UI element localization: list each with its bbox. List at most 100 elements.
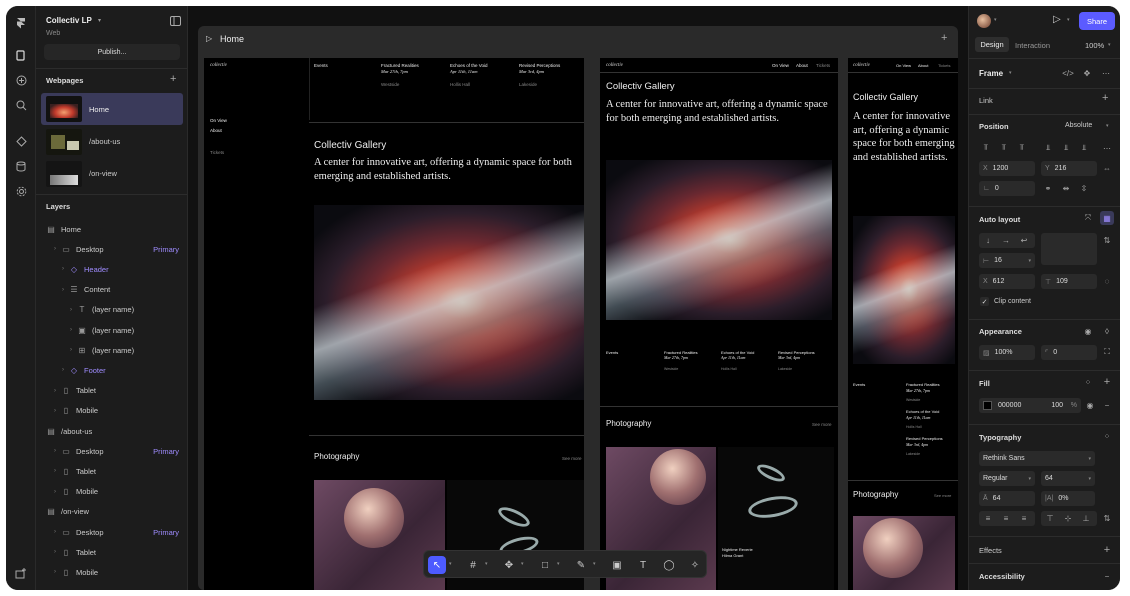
alignment-grid[interactable] xyxy=(1041,233,1097,265)
chevron-down-icon[interactable]: ▾ xyxy=(994,17,997,23)
font-size-input[interactable]: 64 ▾ xyxy=(1041,471,1095,486)
layer-row[interactable]: ▤ Home xyxy=(36,219,187,239)
chevron-right-icon[interactable]: › xyxy=(70,347,72,353)
ai-tool-icon[interactable]: ✧ xyxy=(686,556,704,574)
canvas[interactable]: ▷ Home + collectiv Events Fractured Real… xyxy=(188,6,968,590)
layer-row[interactable]: › ▭ Desktop Primary xyxy=(36,239,187,259)
chevron-down-icon[interactable]: ▾ xyxy=(1028,476,1031,482)
chevron-down-icon[interactable]: ▾ xyxy=(1088,456,1091,462)
layer-row[interactable]: › ☰ Content xyxy=(36,280,187,300)
insert-icon[interactable] xyxy=(14,73,28,87)
layer-row[interactable]: › ▯ Mobile xyxy=(36,401,187,421)
flip-horizontal-icon[interactable]: ⇹ xyxy=(1059,181,1073,195)
comment-tool-icon[interactable]: ◯ xyxy=(660,556,678,574)
chevron-down-icon[interactable]: ▾ xyxy=(449,561,452,567)
expand-icon[interactable]: ⤧ xyxy=(1081,211,1095,225)
settings-icon[interactable] xyxy=(14,184,28,198)
project-chevron-icon[interactable]: ▾ xyxy=(98,17,101,24)
drop-icon[interactable]: ◊ xyxy=(1100,324,1114,338)
rectangle-tool-icon[interactable]: □ xyxy=(536,556,554,574)
align-left-icon[interactable]: ⫪ xyxy=(979,141,993,155)
search-icon[interactable] xyxy=(14,98,28,112)
chevron-down-icon[interactable]: ▾ xyxy=(521,561,524,567)
gap-input[interactable]: ⊢ 16 ▾ xyxy=(979,253,1035,268)
chevron-right-icon[interactable]: › xyxy=(70,307,72,313)
position-x-input[interactable]: X 1200 xyxy=(979,161,1035,176)
preview-play-icon[interactable]: ▷ xyxy=(206,34,212,43)
layer-row[interactable]: ▤ /about-us xyxy=(36,421,187,441)
text-align-center-icon[interactable]: ≡ xyxy=(999,511,1013,525)
layer-row[interactable]: › ▭ Desktop Primary xyxy=(36,441,187,461)
chevron-right-icon[interactable]: › xyxy=(54,448,56,454)
chevron-right-icon[interactable]: › xyxy=(62,287,64,293)
chevron-down-icon[interactable]: ▾ xyxy=(1108,42,1111,48)
layer-row[interactable]: › ▯ Tablet xyxy=(36,542,187,562)
publish-button[interactable]: Publish... xyxy=(44,44,180,60)
component-tool-icon[interactable]: ✥ xyxy=(500,556,518,574)
layer-row[interactable]: › ▯ Mobile xyxy=(36,562,187,582)
add-link-icon[interactable]: + xyxy=(1102,92,1108,104)
chevron-right-icon[interactable]: › xyxy=(54,388,56,394)
clip-content-checkbox[interactable]: ✓ xyxy=(980,297,989,306)
layer-row[interactable]: › ▣ (layer name) xyxy=(36,320,187,340)
framer-logo-icon[interactable] xyxy=(14,16,28,30)
chevron-right-icon[interactable]: › xyxy=(70,327,72,333)
padding-icon[interactable]: ◌ xyxy=(1100,274,1114,288)
frame-label[interactable]: Frame xyxy=(979,69,1003,78)
eye-icon[interactable]: ◉ xyxy=(1081,324,1095,338)
chevron-right-icon[interactable]: › xyxy=(62,367,64,373)
text-align-left-icon[interactable]: ≡ xyxy=(981,511,995,525)
constraints-icon[interactable]: ⇔ xyxy=(1100,161,1114,175)
layer-row[interactable]: › T (layer name) xyxy=(36,300,187,320)
remove-fill-icon[interactable]: − xyxy=(1100,398,1114,412)
add-breakpoint-icon[interactable]: + xyxy=(941,32,947,44)
style-grid-icon[interactable]: ⁘ xyxy=(1100,429,1114,443)
add-fill-icon[interactable]: + xyxy=(1100,375,1114,389)
layer-row[interactable]: › ◇ Footer xyxy=(36,360,187,380)
valign-top-icon[interactable]: ⊤ xyxy=(1043,511,1057,525)
position-mode[interactable]: Absolute xyxy=(1065,122,1092,129)
layer-row[interactable]: › ▭ Desktop Primary xyxy=(36,522,187,542)
arrow-down-icon[interactable]: ↓ xyxy=(981,233,995,247)
wrap-icon[interactable]: ↩ xyxy=(1017,233,1031,247)
link-icon[interactable]: ⚭ xyxy=(1041,181,1055,195)
chevron-down-icon[interactable]: ▾ xyxy=(557,561,560,567)
chevron-right-icon[interactable]: › xyxy=(54,529,56,535)
style-grid-icon[interactable]: ⁘ xyxy=(1081,375,1095,389)
assets-icon[interactable] xyxy=(14,134,28,148)
tab-design[interactable]: Design xyxy=(975,37,1009,52)
tab-interaction[interactable]: Interaction xyxy=(1015,41,1050,50)
align-center-h-icon[interactable]: ⫪ xyxy=(997,141,1011,155)
project-name[interactable]: Collectiv LP xyxy=(46,16,92,25)
tablet-frame[interactable]: collectiv On View About Tickets Collecti… xyxy=(600,58,838,590)
layer-row[interactable]: › ▯ Tablet xyxy=(36,461,187,481)
cms-icon[interactable] xyxy=(14,159,28,173)
letter-spacing-input[interactable]: |A| 0% xyxy=(1041,491,1095,506)
eye-icon[interactable]: ◉ xyxy=(1083,398,1097,412)
chevron-down-icon[interactable]: ▾ xyxy=(1067,17,1070,23)
chevron-right-icon[interactable]: › xyxy=(62,266,64,272)
pages-icon[interactable] xyxy=(14,48,28,62)
more-icon[interactable]: ⋯ xyxy=(1099,66,1113,80)
chevron-right-icon[interactable]: › xyxy=(54,549,56,555)
auto-layout-toggle-icon[interactable]: ▦ xyxy=(1100,211,1114,225)
text-options-icon[interactable]: ⇅ xyxy=(1100,511,1114,525)
chevron-right-icon[interactable]: › xyxy=(54,408,56,414)
layout-options-icon[interactable]: ⇅ xyxy=(1100,233,1114,247)
add-webpage-icon[interactable]: + xyxy=(170,73,176,85)
line-height-input[interactable]: Ā 64 xyxy=(979,491,1035,506)
layer-row[interactable]: › ◇ Header xyxy=(36,259,187,279)
layout-height-input[interactable]: ⊤ 109 xyxy=(1041,274,1097,289)
font-family-select[interactable]: Rethink Sans ▾ xyxy=(979,451,1095,466)
layer-row[interactable]: › ▯ Mobile xyxy=(36,482,187,502)
flip-vertical-icon[interactable]: ⇳ xyxy=(1077,181,1091,195)
chevron-right-icon[interactable]: › xyxy=(54,246,56,252)
chevron-down-icon[interactable]: ▾ xyxy=(593,561,596,567)
pen-tool-icon[interactable]: ✎ xyxy=(572,556,590,574)
mobile-frame[interactable]: collectiv On View About Tickets Collecti… xyxy=(848,58,958,590)
avatar[interactable] xyxy=(977,14,991,28)
rotation-input[interactable]: ∟ 0 xyxy=(979,181,1035,196)
align-top-icon[interactable]: ⫫ xyxy=(1041,141,1055,155)
share-button[interactable]: Share xyxy=(1079,12,1115,30)
sidebar-toggle-icon[interactable] xyxy=(169,15,181,27)
